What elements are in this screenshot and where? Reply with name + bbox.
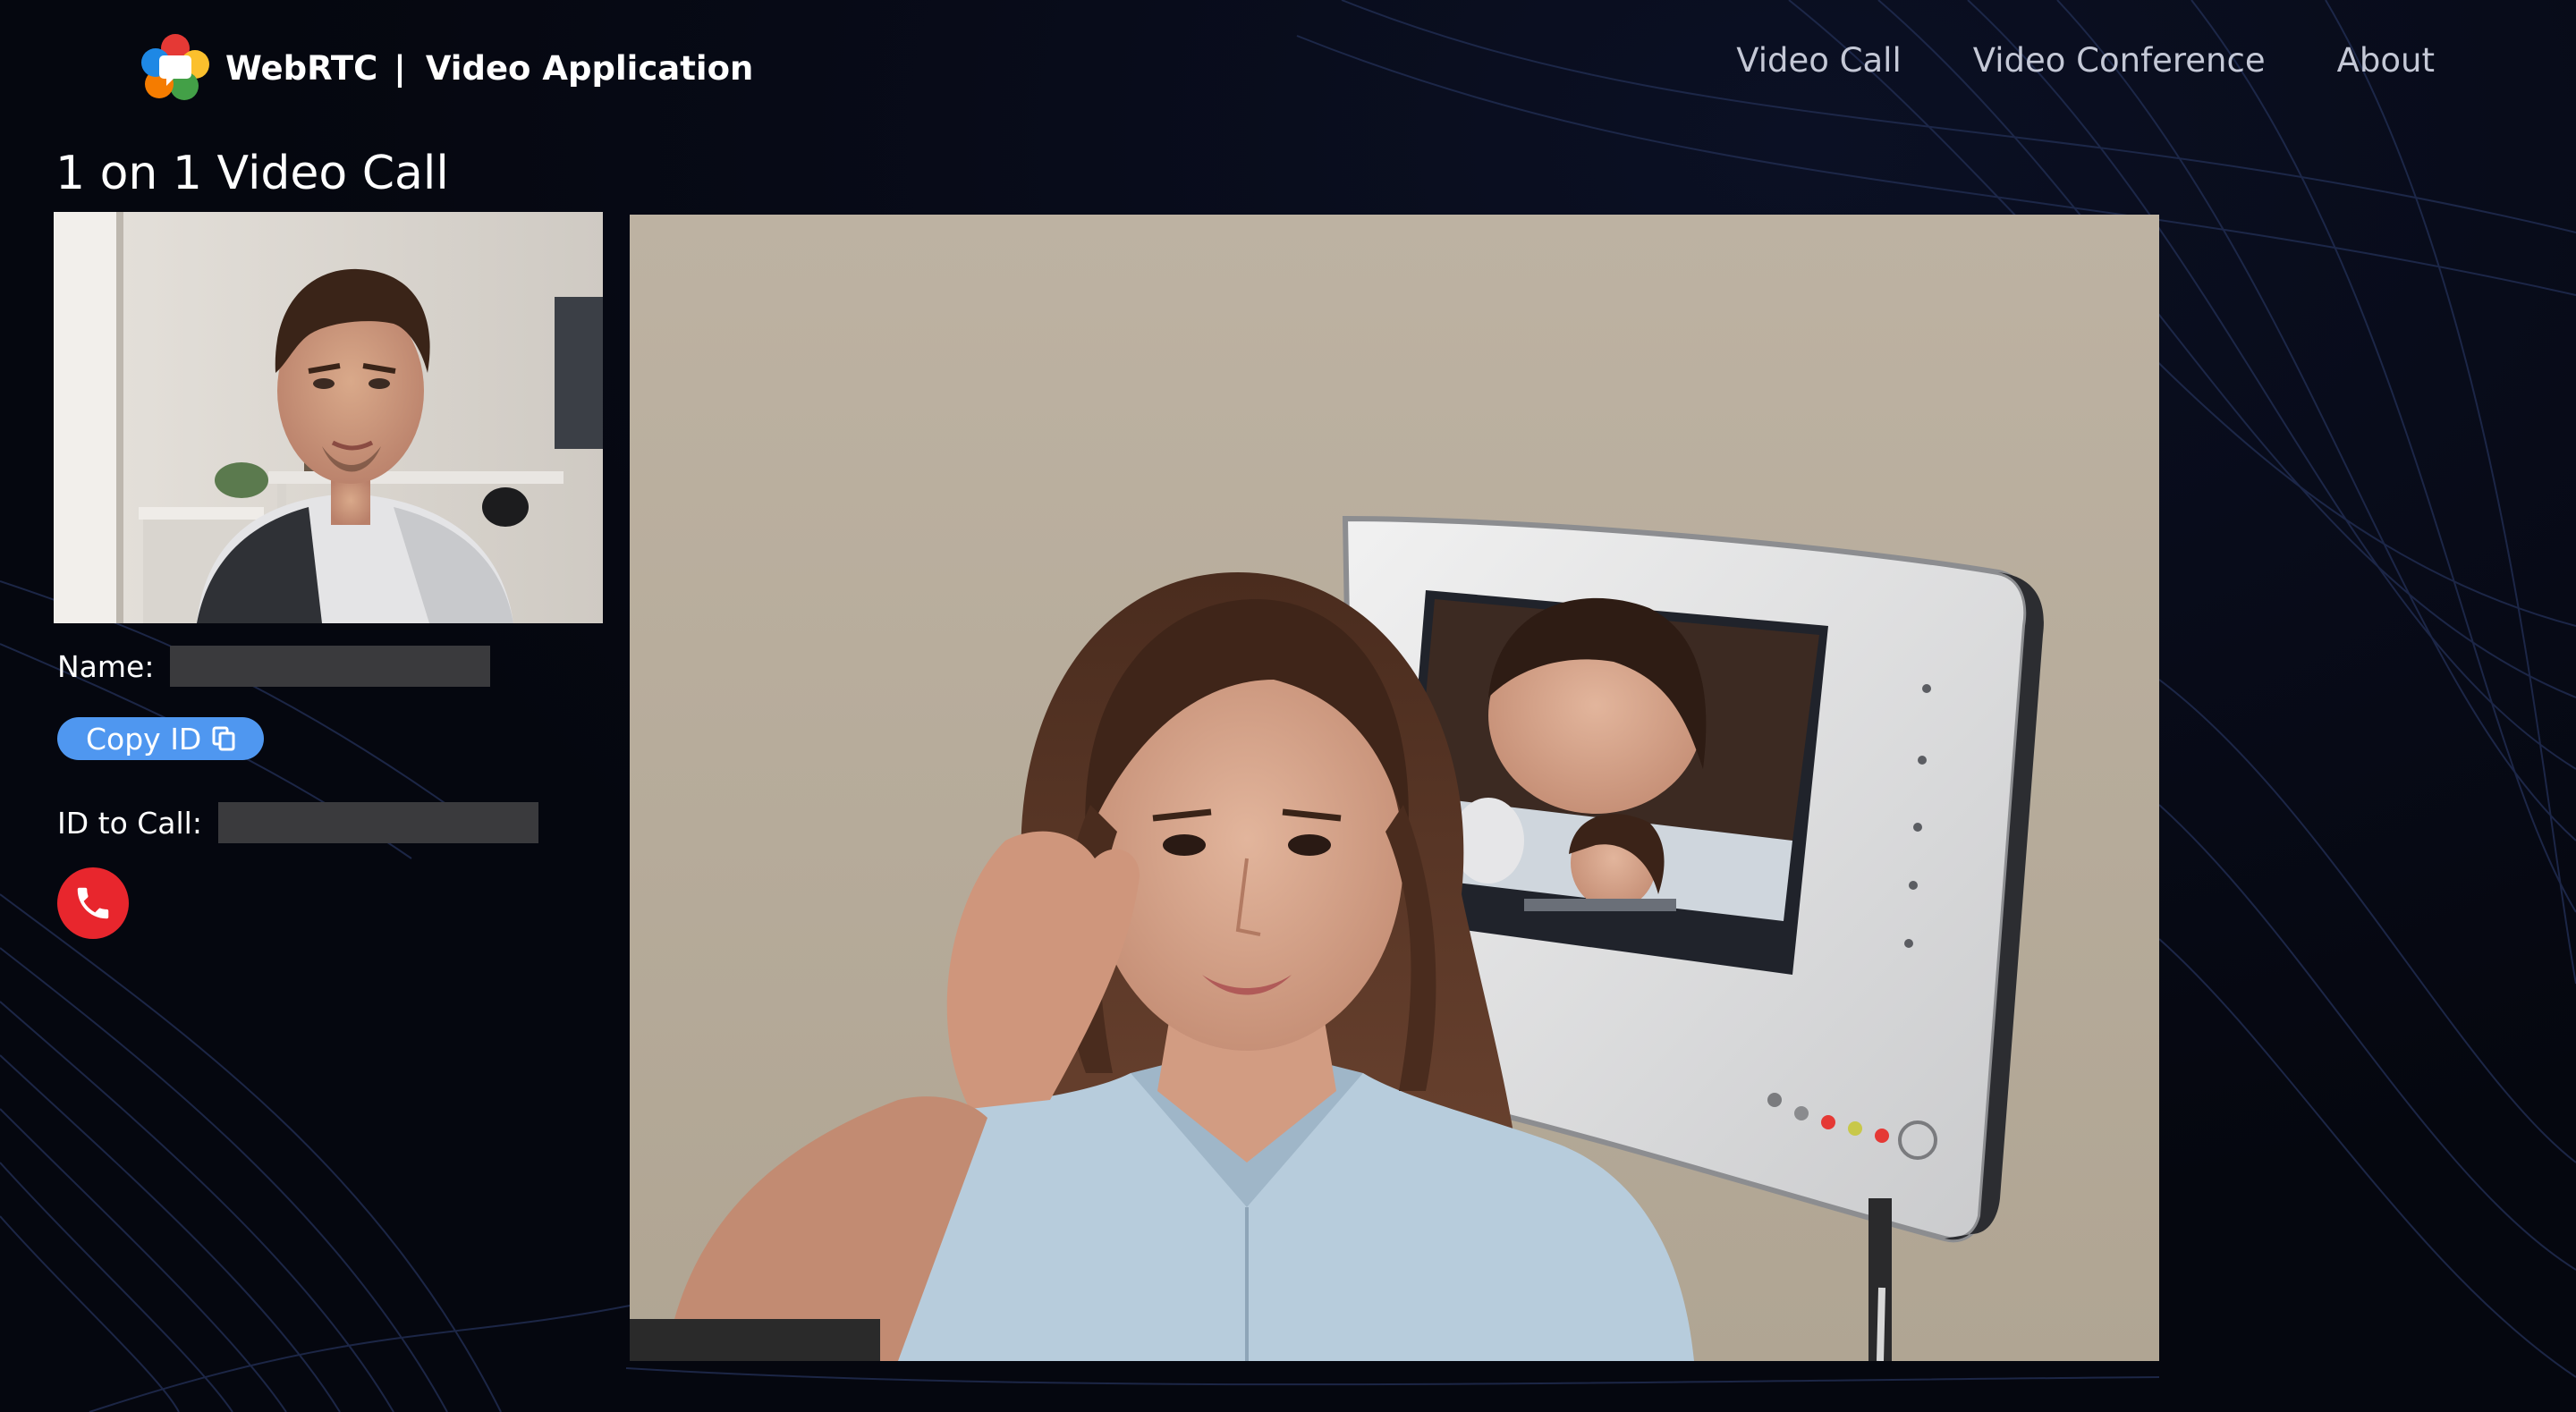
copy-id-label: Copy ID	[86, 721, 202, 757]
call-button[interactable]	[57, 867, 129, 939]
name-label: Name:	[57, 648, 155, 684]
remote-video	[630, 215, 2159, 1361]
brand-separator: |	[394, 48, 406, 88]
id-to-call-label: ID to Call:	[57, 805, 202, 841]
page-title: 1 on 1 Video Call	[55, 147, 449, 200]
brand-subtitle: Video Application	[425, 48, 754, 88]
main-nav: Video Call Video Conference About	[1665, 41, 2435, 80]
id-to-call-input[interactable]	[217, 802, 538, 843]
local-camera-feed	[54, 212, 603, 623]
nav-video-conference[interactable]: Video Conference	[1973, 41, 2266, 80]
top-navbar: WebRTC | Video Application Video Call Vi…	[0, 0, 2576, 134]
app-page: WebRTC | Video Application Video Call Vi…	[0, 0, 2576, 1412]
name-input[interactable]	[170, 646, 491, 687]
copy-icon	[212, 726, 235, 751]
local-video	[54, 212, 603, 623]
webrtc-logo-icon	[141, 34, 209, 100]
nav-about[interactable]: About	[2337, 41, 2435, 80]
nav-video-call[interactable]: Video Call	[1736, 41, 1902, 80]
name-row: Name:	[57, 646, 491, 687]
copy-id-button[interactable]: Copy ID	[57, 717, 265, 760]
brand[interactable]: WebRTC | Video Application	[140, 32, 753, 104]
remote-camera-feed	[630, 215, 2159, 1361]
id-to-call-row: ID to Call:	[57, 802, 538, 843]
brand-name: WebRTC	[225, 48, 378, 88]
phone-icon	[77, 887, 109, 919]
